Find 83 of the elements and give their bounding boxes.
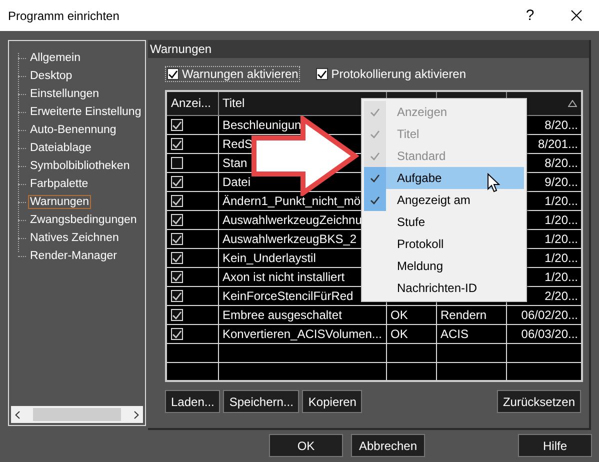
table-cell: AuswahlwerkzeugBKS_2 xyxy=(222,232,357,246)
check-icon xyxy=(317,70,328,78)
action-button[interactable]: Laden... xyxy=(165,390,220,413)
window-title: Programm einrichten xyxy=(8,8,120,22)
tree-item[interactable]: Erweiterte Einstellung xyxy=(28,105,144,119)
tree-item[interactable]: Desktop xyxy=(28,69,74,83)
chevron-left-icon[interactable] xyxy=(15,410,20,418)
check-icon xyxy=(370,130,380,138)
check-icon xyxy=(370,152,380,160)
table-cell: 1/20... xyxy=(544,212,578,226)
row-checkbox[interactable] xyxy=(171,176,183,188)
tree-item[interactable]: Farbpalette xyxy=(28,177,90,191)
menu-item[interactable]: Aufgabe xyxy=(364,167,524,189)
option-checkbox[interactable]: Warnungen aktivieren xyxy=(165,66,300,82)
tree-item[interactable]: Allgemein xyxy=(28,51,82,65)
menu-item[interactable]: Meldung xyxy=(364,255,524,277)
check-icon xyxy=(168,70,178,78)
dialog-button[interactable]: Hilfe xyxy=(518,434,592,457)
tree-item[interactable]: Symbolbibliotheken xyxy=(28,159,132,173)
table-cell: Embree ausgeschaltet xyxy=(222,308,342,322)
dialog-button[interactable]: OK xyxy=(269,434,343,457)
row-checkbox[interactable] xyxy=(171,119,183,132)
table-cell: Beschleunigun xyxy=(222,118,302,132)
table-cell: 8/20... xyxy=(544,156,578,170)
option-checkbox[interactable]: Protokollierung aktivieren xyxy=(314,66,468,82)
table-cell: Kein_Underlaystil xyxy=(222,250,316,264)
table-cell: 8/20... xyxy=(544,118,578,132)
table-cell: 2/20... xyxy=(544,288,578,302)
row-checkbox[interactable] xyxy=(171,214,183,226)
table-cell: OK xyxy=(390,326,408,340)
table-cell: Stan xyxy=(222,156,248,170)
row-checkbox[interactable] xyxy=(171,138,183,150)
menu-item[interactable]: Stufe xyxy=(364,211,524,233)
action-button[interactable]: Zurücksetzen xyxy=(496,390,581,413)
table-cell: 1/20... xyxy=(544,250,578,264)
action-button[interactable]: Speichern... xyxy=(223,390,300,413)
close-icon xyxy=(570,10,582,21)
menu-item[interactable]: Nachrichten-ID xyxy=(364,277,524,299)
horizontal-scrollbar[interactable] xyxy=(11,406,143,423)
row-checkbox[interactable] xyxy=(171,233,183,246)
tree-item[interactable]: Dateiablage xyxy=(28,141,94,155)
row-checkbox[interactable] xyxy=(171,271,183,284)
panel-title: Warnungen xyxy=(148,40,589,58)
tree-item[interactable]: Einstellungen xyxy=(28,87,102,101)
table-cell: Ändern1_Punkt_nicht_mö xyxy=(222,194,361,208)
table-cell: Konvertieren_ACISVolumen... xyxy=(222,326,382,340)
row-checkbox[interactable] xyxy=(171,328,183,340)
row-checkbox[interactable] xyxy=(171,290,183,302)
table-cell: 1/20... xyxy=(544,194,578,208)
menu-item[interactable]: Angezeigt am xyxy=(364,189,524,211)
table-cell: AuswahlwerkzeugZeichnu xyxy=(222,212,362,226)
tree-item[interactable]: Auto-Benennung xyxy=(28,123,118,137)
cursor-icon xyxy=(487,173,500,193)
tree-item[interactable]: Natives Zeichnen xyxy=(28,231,121,245)
chevron-right-icon[interactable] xyxy=(134,410,139,418)
dialog-button[interactable]: Abbrechen xyxy=(351,434,425,457)
column-header[interactable]: Titel xyxy=(222,96,245,110)
row-checkbox[interactable] xyxy=(171,157,183,170)
table-cell: Axon ist nicht installiert xyxy=(222,270,345,284)
table-cell: 06/03/20... xyxy=(521,326,578,340)
check-icon xyxy=(370,108,380,116)
table-cell: Rendern xyxy=(440,308,487,322)
table-cell: OK xyxy=(390,308,408,322)
row-checkbox[interactable] xyxy=(171,309,183,322)
table-cell: Datei xyxy=(222,174,251,188)
check-icon xyxy=(370,196,380,204)
row-checkbox[interactable] xyxy=(171,195,183,208)
tree-item[interactable]: Zwangsbedingungen xyxy=(28,213,139,227)
table-cell: RedS xyxy=(222,136,253,150)
table-cell: 9/20... xyxy=(544,174,578,188)
table-cell: KeinForceStencilFürRed xyxy=(222,288,354,302)
check-icon xyxy=(370,174,380,182)
row-checkbox[interactable] xyxy=(171,252,183,264)
help-button[interactable]: ? xyxy=(507,0,553,31)
table-cell: 8/201... xyxy=(538,136,578,150)
menu-item[interactable]: Protokoll xyxy=(364,233,524,255)
tree-item[interactable]: Warnungen xyxy=(28,195,92,209)
table-cell: ACIS xyxy=(440,326,469,340)
table-cell: 06/02/20... xyxy=(521,308,578,322)
table-cell: 1/20... xyxy=(544,232,578,246)
action-button[interactable]: Kopieren xyxy=(302,390,362,413)
table-cell: 1/20... xyxy=(544,270,578,284)
tree-item[interactable]: Render-Manager xyxy=(28,249,119,263)
